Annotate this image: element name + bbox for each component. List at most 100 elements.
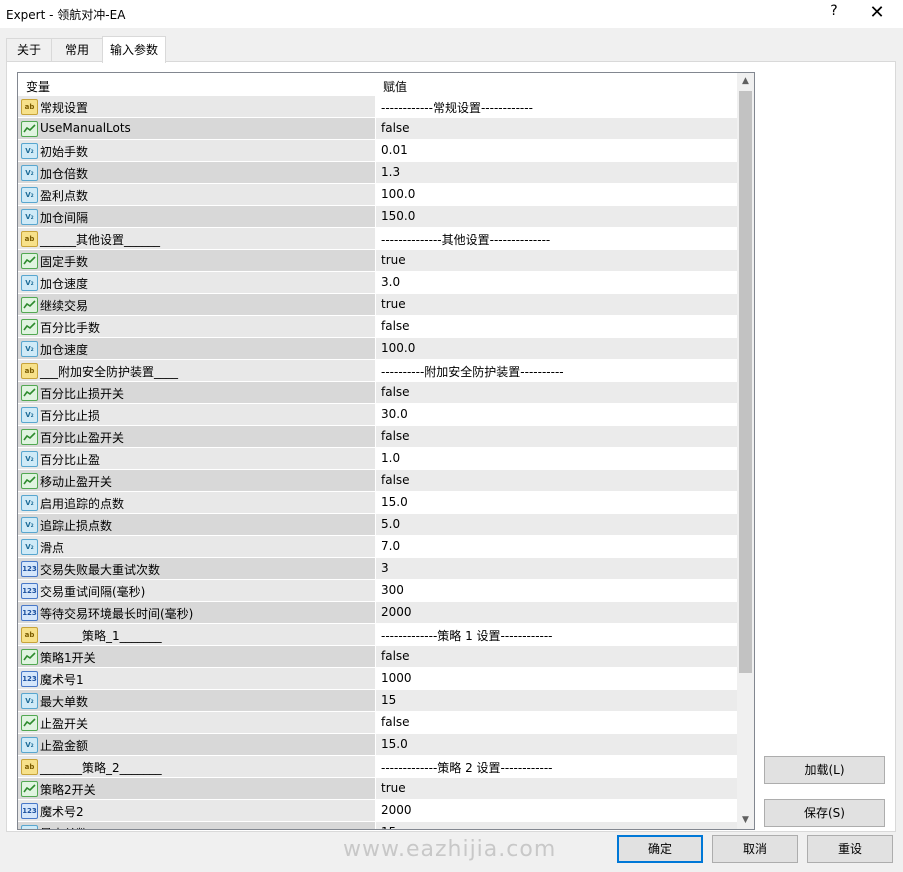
value-cell[interactable]: false [376,118,737,139]
value-cell[interactable]: 15 [376,822,737,829]
table-row[interactable]: V₂ 加仓间隔 150.0 [18,206,737,228]
variable-cell[interactable]: 123 魔术号1 [18,668,375,689]
variable-cell[interactable]: V₂ 加仓倍数 [18,162,375,183]
variable-cell[interactable]: 策略1开关 [18,646,375,667]
cancel-button[interactable]: 取消 [712,835,798,863]
table-row[interactable]: 123 交易失败最大重试次数 3 [18,558,737,580]
variable-cell[interactable]: 策略2开关 [18,778,375,799]
variable-cell[interactable]: 百分比止盈开关 [18,426,375,447]
value-cell[interactable]: true [376,778,737,799]
variable-cell[interactable]: V₂ 盈利点数 [18,184,375,205]
value-cell[interactable]: false [376,470,737,491]
value-cell[interactable]: 3 [376,558,737,579]
value-cell[interactable]: 100.0 [376,338,737,359]
variable-cell[interactable]: 123 等待交易环境最长时间(毫秒) [18,602,375,623]
table-row[interactable]: V₂最大单数 15 [18,822,737,829]
value-cell[interactable]: true [376,250,737,271]
variable-cell[interactable]: ab ___附加安全防护装置____ [18,360,375,381]
load-button[interactable]: 加载(L) [764,756,885,784]
table-row[interactable]: V₂ 止盈金额 15.0 [18,734,737,756]
table-row[interactable]: V₂ 初始手数 0.01 [18,140,737,162]
value-cell[interactable]: false [376,426,737,447]
value-cell[interactable]: ----------附加安全防护装置---------- [376,360,737,381]
value-cell[interactable]: 15 [376,690,737,711]
variable-cell[interactable]: V₂ 加仓速度 [18,338,375,359]
scroll-down-icon[interactable]: ▼ [737,812,754,829]
variable-cell[interactable]: ab _______策略_1_______ [18,624,375,645]
vertical-scrollbar[interactable]: ▲ ▼ [737,73,754,829]
variable-cell[interactable]: V₂ 追踪止损点数 [18,514,375,535]
value-cell[interactable]: 30.0 [376,404,737,425]
table-row[interactable]: 策略2开关 true [18,778,737,800]
variable-cell[interactable]: 百分比手数 [18,316,375,337]
variable-cell[interactable]: UseManualLots [18,118,375,139]
table-row[interactable]: 123 魔术号2 2000 [18,800,737,822]
variable-cell[interactable]: ab _______策略_2_______ [18,756,375,777]
variable-cell[interactable]: V₂ 初始手数 [18,140,375,161]
value-cell[interactable]: false [376,316,737,337]
variable-cell[interactable]: V₂ 滑点 [18,536,375,557]
column-header-variable[interactable]: 变量 [26,78,50,95]
value-cell[interactable]: 1.3 [376,162,737,183]
value-cell[interactable]: 100.0 [376,184,737,205]
variable-cell[interactable]: V₂ 启用追踪的点数 [18,492,375,513]
variable-cell[interactable]: 123 交易失败最大重试次数 [18,558,375,579]
variable-cell[interactable]: 123 魔术号2 [18,800,375,821]
value-cell[interactable]: ------------常规设置------------ [376,96,737,117]
scroll-thumb[interactable] [739,91,752,673]
variable-cell[interactable]: V₂最大单数 [18,822,375,829]
table-row[interactable]: V₂ 百分比止损 30.0 [18,404,737,426]
table-row[interactable]: ab ___附加安全防护装置____ ----------附加安全防护装置-----… [18,360,737,382]
scroll-up-icon[interactable]: ▲ [737,73,754,90]
value-cell[interactable]: false [376,382,737,403]
value-cell[interactable]: 15.0 [376,492,737,513]
variable-cell[interactable]: 123 交易重试间隔(毫秒) [18,580,375,601]
value-cell[interactable]: 1.0 [376,448,737,469]
variable-cell[interactable]: V₂ 百分比止盈 [18,448,375,469]
table-row[interactable]: 止盈开关 false [18,712,737,734]
help-button[interactable]: ? [822,3,846,23]
table-row[interactable]: 123 魔术号1 1000 [18,668,737,690]
table-row[interactable]: V₂ 启用追踪的点数 15.0 [18,492,737,514]
value-cell[interactable]: 2000 [376,800,737,821]
table-row[interactable]: ab _______策略_1_______ -------------策略 1 设置… [18,624,737,646]
tab-common[interactable]: 常用 [51,38,103,62]
value-cell[interactable]: false [376,712,737,733]
value-cell[interactable]: 150.0 [376,206,737,227]
tab-inputs[interactable]: 输入参数 [102,36,166,63]
table-row[interactable]: 百分比止盈开关 false [18,426,737,448]
variable-cell[interactable]: V₂ 加仓速度 [18,272,375,293]
table-row[interactable]: 百分比手数 false [18,316,737,338]
table-row[interactable]: V₂ 滑点 7.0 [18,536,737,558]
table-row[interactable]: ab _______策略_2_______ -------------策略 2 设置… [18,756,737,778]
table-row[interactable]: V₂ 百分比止盈 1.0 [18,448,737,470]
variable-cell[interactable]: 百分比止损开关 [18,382,375,403]
value-cell[interactable]: 15.0 [376,734,737,755]
value-cell[interactable]: 2000 [376,602,737,623]
table-row[interactable]: 123 等待交易环境最长时间(毫秒) 2000 [18,602,737,624]
variable-cell[interactable]: 固定手数 [18,250,375,271]
table-row[interactable]: 继续交易 true [18,294,737,316]
value-cell[interactable]: 1000 [376,668,737,689]
table-row[interactable]: 移动止盈开关 false [18,470,737,492]
variable-cell[interactable]: ab ______其他设置______ [18,228,375,249]
ok-button[interactable]: 确定 [617,835,703,863]
variable-cell[interactable]: 止盈开关 [18,712,375,733]
value-cell[interactable]: true [376,294,737,315]
value-cell[interactable]: 3.0 [376,272,737,293]
value-cell[interactable]: -------------策略 2 设置------------ [376,756,737,777]
value-cell[interactable]: 7.0 [376,536,737,557]
value-cell[interactable]: false [376,646,737,667]
value-cell[interactable]: 5.0 [376,514,737,535]
table-row[interactable]: V₂ 加仓速度 100.0 [18,338,737,360]
table-row[interactable]: V₂ 盈利点数 100.0 [18,184,737,206]
variable-cell[interactable]: V₂ 加仓间隔 [18,206,375,227]
table-row[interactable]: ab ______其他设置______ --------------其他设置----… [18,228,737,250]
value-cell[interactable]: 0.01 [376,140,737,161]
value-cell[interactable]: 300 [376,580,737,601]
table-row[interactable]: V₂最大单数 15 [18,690,737,712]
variable-cell[interactable]: V₂最大单数 [18,690,375,711]
table-row[interactable]: V₂ 加仓速度 3.0 [18,272,737,294]
variable-cell[interactable]: V₂ 百分比止损 [18,404,375,425]
table-row[interactable]: 固定手数 true [18,250,737,272]
